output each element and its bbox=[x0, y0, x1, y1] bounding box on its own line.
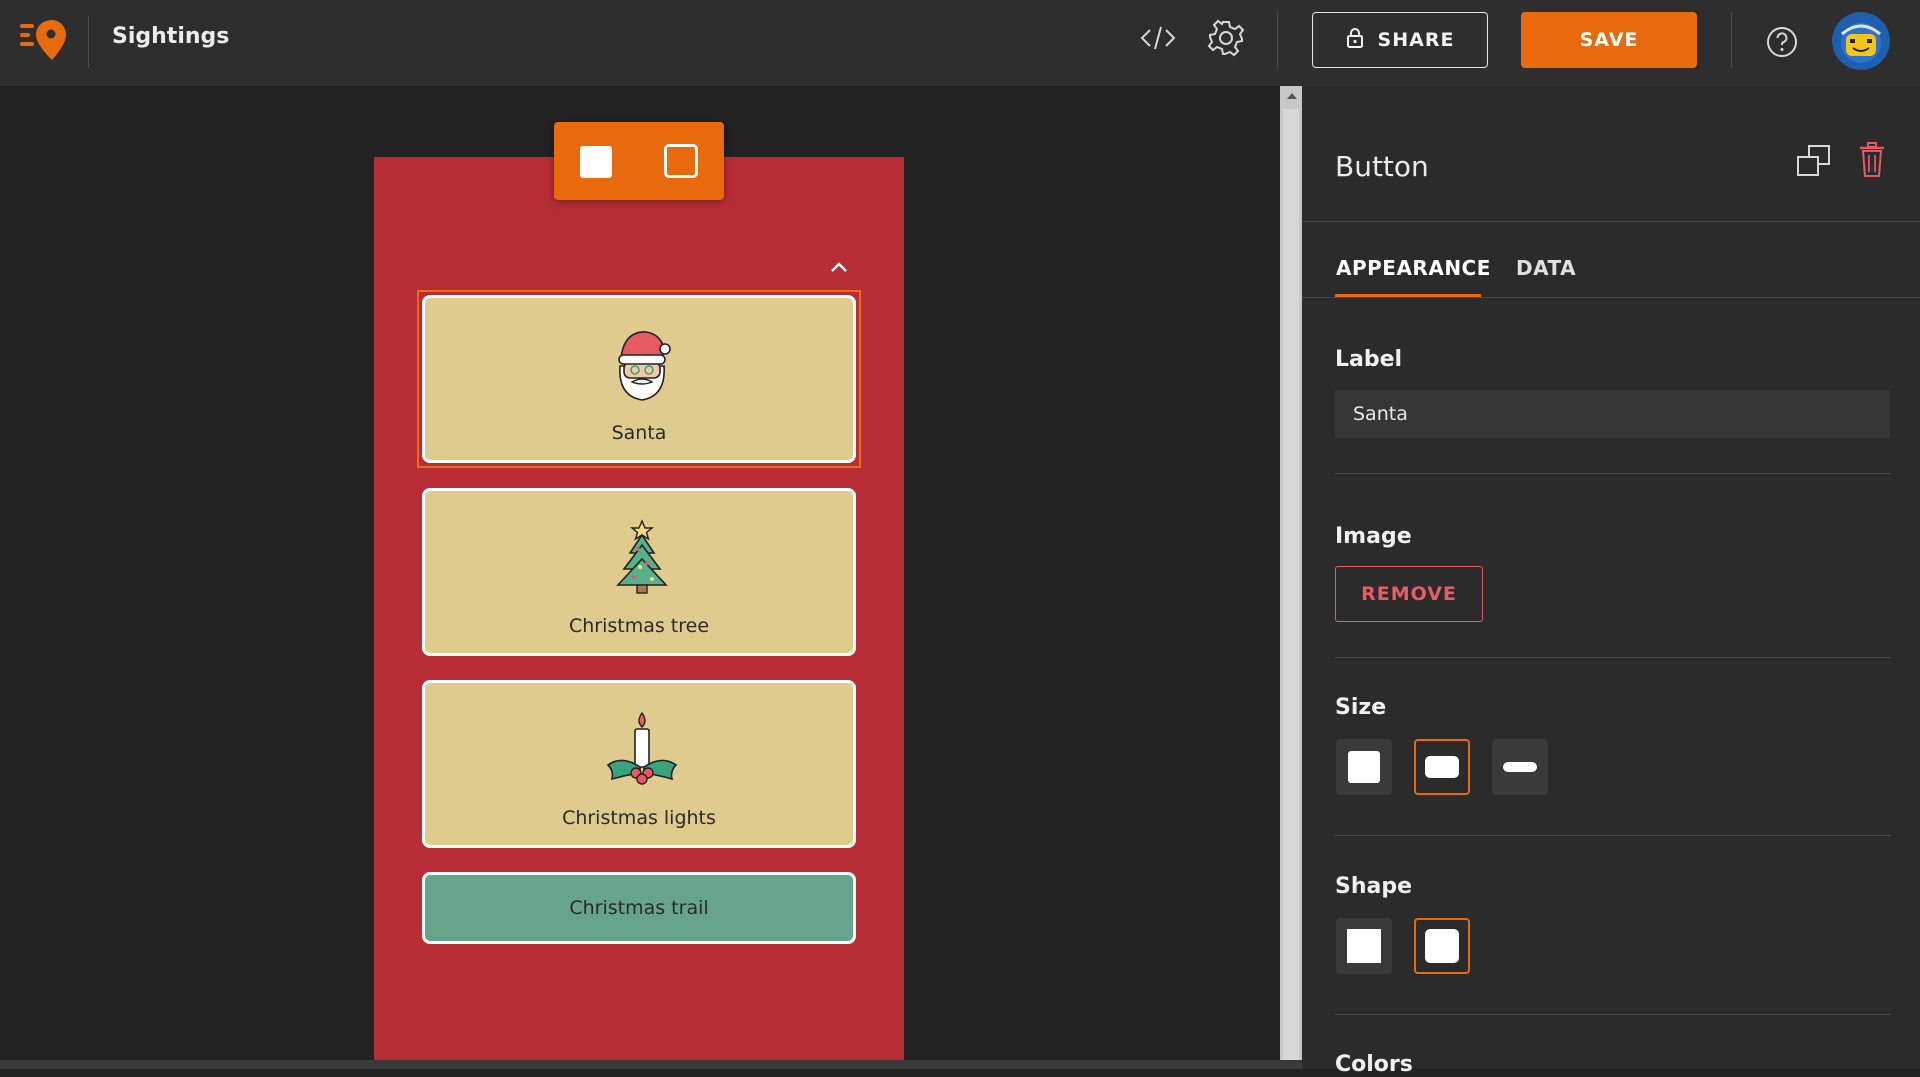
size-wide-icon bbox=[1425, 756, 1459, 778]
divider bbox=[1335, 473, 1891, 474]
trash-icon[interactable] bbox=[1858, 142, 1886, 178]
divider bbox=[1335, 835, 1891, 836]
top-bar: Sightings SHARE SAVE bbox=[0, 0, 1920, 86]
avatar[interactable] bbox=[1832, 12, 1890, 70]
christmas-trail-button[interactable]: Christmas trail bbox=[422, 872, 856, 944]
lock-icon bbox=[1346, 27, 1364, 54]
code-icon[interactable] bbox=[1136, 20, 1180, 56]
colors-heading: Colors bbox=[1335, 1052, 1413, 1077]
help-icon[interactable] bbox=[1764, 24, 1800, 60]
share-button-label: SHARE bbox=[1377, 29, 1455, 51]
santa-button[interactable]: Santa bbox=[422, 295, 856, 463]
app-title: Sightings bbox=[112, 24, 230, 49]
size-wide-option[interactable] bbox=[1414, 739, 1470, 795]
divider bbox=[88, 16, 89, 68]
shape-square-option[interactable] bbox=[1336, 918, 1392, 974]
frame-icon[interactable] bbox=[664, 144, 698, 178]
divider bbox=[1277, 12, 1278, 68]
divider bbox=[1731, 12, 1732, 68]
divider bbox=[1302, 297, 1920, 298]
scroll-up-arrow-icon[interactable] bbox=[1287, 93, 1297, 99]
floating-toolbar bbox=[554, 122, 724, 200]
shape-rounded-option[interactable] bbox=[1414, 918, 1470, 974]
remove-image-button[interactable]: REMOVE bbox=[1335, 566, 1483, 622]
square-icon[interactable] bbox=[580, 146, 612, 178]
share-button[interactable]: SHARE bbox=[1312, 12, 1488, 68]
size-bar-option[interactable] bbox=[1492, 739, 1548, 795]
size-bar-icon bbox=[1503, 762, 1537, 772]
gear-icon[interactable] bbox=[1204, 17, 1248, 59]
panel-title: Button bbox=[1335, 150, 1429, 183]
christmas-lights-button[interactable]: Christmas lights bbox=[422, 680, 856, 848]
image-heading: Image bbox=[1335, 524, 1412, 549]
label-heading: Label bbox=[1335, 347, 1403, 372]
christmas-tree-button[interactable]: Christmas tree bbox=[422, 488, 856, 656]
save-button[interactable]: SAVE bbox=[1521, 12, 1697, 68]
duplicate-icon[interactable] bbox=[1796, 144, 1832, 178]
tab-appearance[interactable]: APPEARANCE bbox=[1336, 256, 1491, 280]
button-label: Christmas lights bbox=[562, 807, 716, 829]
horizontal-scrollbar[interactable] bbox=[0, 1060, 1302, 1069]
scrollbar-track[interactable] bbox=[1283, 109, 1299, 1060]
divider bbox=[1335, 657, 1891, 658]
label-input[interactable] bbox=[1335, 390, 1890, 438]
candle-icon bbox=[606, 711, 678, 787]
shape-square-icon bbox=[1347, 929, 1381, 963]
divider bbox=[1335, 1014, 1891, 1015]
shape-rounded-icon bbox=[1425, 929, 1459, 963]
divider bbox=[1302, 221, 1920, 222]
tab-data[interactable]: DATA bbox=[1516, 256, 1576, 280]
christmas-tree-icon bbox=[612, 519, 672, 595]
button-label: Santa bbox=[611, 422, 667, 444]
logo-icon[interactable] bbox=[18, 18, 68, 62]
size-square-icon bbox=[1348, 751, 1380, 783]
santa-icon bbox=[612, 326, 672, 402]
shape-heading: Shape bbox=[1335, 874, 1413, 899]
chevron-up-icon[interactable] bbox=[828, 258, 850, 276]
size-heading: Size bbox=[1335, 695, 1387, 720]
button-label: Christmas tree bbox=[568, 615, 710, 637]
size-square-option[interactable] bbox=[1336, 739, 1392, 795]
